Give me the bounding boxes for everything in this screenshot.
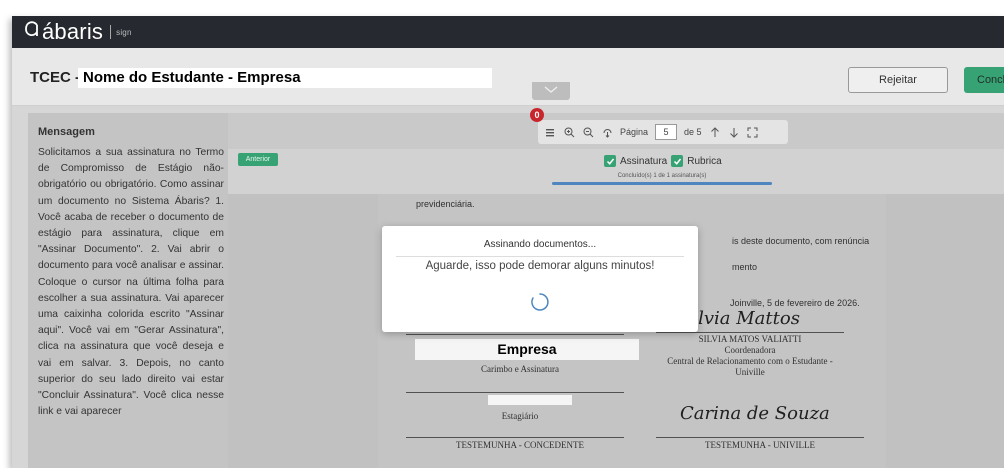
- initials-checkbox-label: Rubrica: [687, 155, 722, 167]
- page-number-input[interactable]: 5: [655, 124, 678, 140]
- signature-checkbox-label: Assinatura: [620, 155, 668, 167]
- conclude-button[interactable]: Conclu: [964, 67, 1004, 93]
- signature-options: Assinatura Rubrica: [604, 155, 722, 167]
- collapse-header-button[interactable]: [532, 82, 570, 100]
- top-bar: ábaris sign: [12, 16, 1004, 48]
- initials-checkbox[interactable]: [671, 155, 684, 167]
- logo-subtitle: sign: [116, 27, 132, 37]
- previous-button[interactable]: Anterior: [238, 153, 278, 166]
- notification-badge[interactable]: 0: [530, 108, 544, 122]
- viewer-controls: Página 5 de 5: [538, 120, 788, 144]
- zoom-out-icon[interactable]: [582, 126, 594, 138]
- document-header: TCEC - Nome do Estudante - Empresa Rejei…: [12, 48, 1004, 106]
- arrow-up-icon[interactable]: [709, 126, 721, 138]
- rotate-icon[interactable]: [601, 126, 613, 138]
- page-label: Página: [620, 127, 649, 137]
- signature-progress-text: Concluído(s) 1 de 1 assinatura(s): [617, 173, 707, 179]
- logo-mark-icon: [24, 19, 40, 45]
- signature-progress-bar: [552, 182, 772, 185]
- signature-bar: Anterior Assinatura Rubrica Concluído(s)…: [228, 149, 1004, 194]
- viewer-toolbar: Página 5 de 5 0: [228, 108, 1004, 149]
- logo-text: ábaris: [42, 19, 104, 44]
- signature-progress-fill: [552, 182, 772, 185]
- reject-button[interactable]: Rejeitar: [848, 67, 948, 93]
- loading-spinner-icon: [531, 293, 549, 311]
- arrow-down-icon[interactable]: [728, 126, 740, 138]
- app-logo[interactable]: ábaris sign: [24, 19, 132, 45]
- modal-divider: [396, 256, 684, 257]
- check-icon: [606, 158, 614, 165]
- zoom-in-icon[interactable]: [563, 126, 575, 138]
- signature-checkbox[interactable]: [604, 155, 616, 167]
- list-icon[interactable]: [544, 126, 556, 138]
- signing-modal: Assinando documentos... Aguarde, isso po…: [382, 226, 698, 332]
- fullscreen-icon[interactable]: [747, 126, 759, 138]
- message-panel[interactable]: Mensagem Solicitamos a sua assinatura no…: [28, 113, 228, 468]
- modal-title: Assinando documentos...: [483, 239, 597, 250]
- message-title: Mensagem: [38, 126, 95, 138]
- chevron-down-icon: [544, 86, 558, 93]
- document-title: Nome do Estudante - Empresa: [78, 68, 492, 88]
- message-body: Solicitamos a sua assinatura no Termo de…: [38, 147, 224, 418]
- modal-message: Aguarde, isso pode demorar alguns minuto…: [425, 260, 655, 272]
- logo-divider: [110, 25, 112, 39]
- page-total: de 5: [684, 127, 702, 137]
- check-icon: [673, 158, 681, 165]
- document-title-prefix: TCEC -: [30, 69, 80, 86]
